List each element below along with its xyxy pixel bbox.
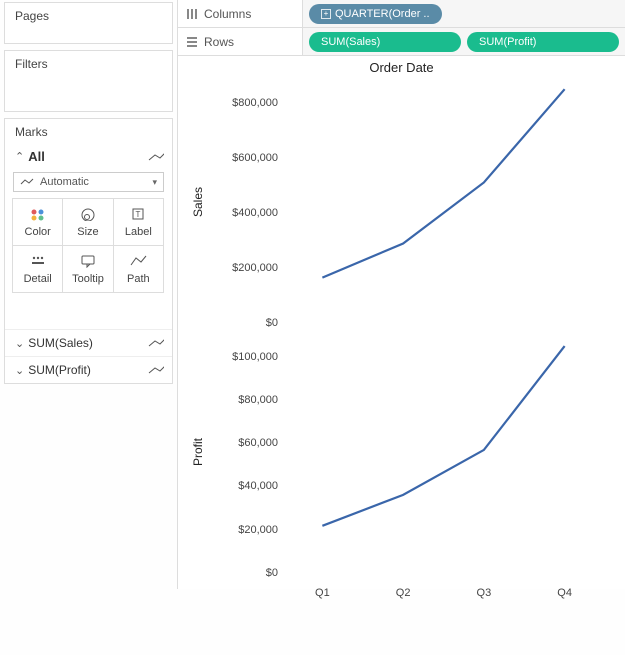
rows-pill-sales[interactable]: SUM(Sales) xyxy=(309,32,461,52)
sales-tick-1: $200,000 xyxy=(212,262,278,274)
marks-size-button[interactable]: Size xyxy=(62,198,113,246)
color-icon xyxy=(28,206,48,222)
marks-detail-button[interactable]: Detail xyxy=(12,245,63,293)
marks-all-toggle[interactable]: ⌃ All xyxy=(5,145,172,168)
profit-tick-5: $100,000 xyxy=(212,351,278,363)
marks-color-label: Color xyxy=(25,226,51,238)
label-icon: T xyxy=(128,206,148,222)
profit-line xyxy=(282,332,605,655)
line-type-icon xyxy=(148,365,164,375)
viz-canvas: Order Date Sales $0 $200,000 $400,000 $6… xyxy=(178,56,625,589)
columns-shelf[interactable]: Columns + QUARTER(Order .. xyxy=(178,0,625,28)
marks-pill-profit-label: SUM(Profit) xyxy=(28,363,148,377)
marks-path-button[interactable]: Path xyxy=(113,245,164,293)
marks-label-button[interactable]: T Label xyxy=(113,198,164,246)
mark-type-dropdown[interactable]: Automatic ▾ xyxy=(13,172,164,192)
marks-pill-profit[interactable]: ⌄ SUM(Profit) xyxy=(5,356,172,383)
chevron-down-icon: ⌄ xyxy=(15,337,24,350)
line-type-icon xyxy=(20,178,34,186)
columns-shelf-label: Columns xyxy=(204,7,251,21)
marks-card: Marks ⌃ All Automatic ▾ xyxy=(4,118,173,384)
chevron-down-icon: ⌄ xyxy=(15,364,24,377)
rows-pill-profit-label: SUM(Profit) xyxy=(479,36,536,48)
marks-label: Marks xyxy=(5,119,172,145)
line-type-icon xyxy=(148,338,164,348)
sales-tick-4: $800,000 xyxy=(212,97,278,109)
marks-path-label: Path xyxy=(127,273,150,285)
marks-color-button[interactable]: Color xyxy=(12,198,63,246)
svg-text:T: T xyxy=(136,210,141,219)
profit-tick-4: $80,000 xyxy=(212,394,278,406)
profit-tick-2: $40,000 xyxy=(212,480,278,492)
rows-shelf[interactable]: Rows SUM(Sales) SUM(Profit) xyxy=(178,28,625,56)
sales-tick-2: $400,000 xyxy=(212,207,278,219)
marks-label-label: Label xyxy=(125,226,152,238)
marks-pill-sales[interactable]: ⌄ SUM(Sales) xyxy=(5,329,172,356)
filters-card: Filters xyxy=(4,50,173,112)
path-icon xyxy=(128,253,148,269)
rows-pill-profit[interactable]: SUM(Profit) xyxy=(467,32,619,52)
marks-detail-label: Detail xyxy=(24,273,52,285)
profit-tick-3: $60,000 xyxy=(212,437,278,449)
tooltip-icon xyxy=(78,253,98,269)
marks-tooltip-button[interactable]: Tooltip xyxy=(62,245,113,293)
rows-shelf-label: Rows xyxy=(204,35,234,49)
marks-tooltip-label: Tooltip xyxy=(72,273,104,285)
profit-tick-0: $0 xyxy=(212,567,278,579)
marks-pill-sales-label: SUM(Sales) xyxy=(28,336,148,350)
sales-tick-0: $0 xyxy=(212,317,278,329)
rows-icon xyxy=(186,36,198,48)
chevron-up-icon: ⌃ xyxy=(15,150,24,163)
facet-sales: Sales $0 $200,000 $400,000 $600,000 $800… xyxy=(190,78,617,326)
sales-tick-3: $600,000 xyxy=(212,152,278,164)
filters-label: Filters xyxy=(5,51,172,111)
columns-pill-quarter-label: QUARTER(Order .. xyxy=(335,8,430,20)
viz-title: Order Date xyxy=(178,60,625,75)
pages-card: Pages xyxy=(4,2,173,44)
pages-label: Pages xyxy=(5,3,172,43)
x-axis-labels: Q1 Q2 Q3 Q4 xyxy=(282,565,605,581)
profit-tick-1: $20,000 xyxy=(212,524,278,536)
detail-icon xyxy=(28,253,48,269)
sales-axis-title: Sales xyxy=(190,78,206,326)
mark-type-selected: Automatic xyxy=(40,176,89,188)
marks-size-label: Size xyxy=(77,226,98,238)
rows-pill-sales-label: SUM(Sales) xyxy=(321,36,380,48)
caret-down-icon: ▾ xyxy=(152,177,157,188)
size-icon xyxy=(78,206,98,222)
columns-icon xyxy=(186,8,198,20)
columns-pill-quarter[interactable]: + QUARTER(Order .. xyxy=(309,4,442,24)
profit-axis-title: Profit xyxy=(190,328,206,576)
line-type-icon xyxy=(148,152,164,162)
plus-icon: + xyxy=(321,9,331,19)
marks-all-label: All xyxy=(28,149,45,164)
facet-profit: Profit $0 $20,000 $40,000 $60,000 $80,00… xyxy=(190,328,617,576)
